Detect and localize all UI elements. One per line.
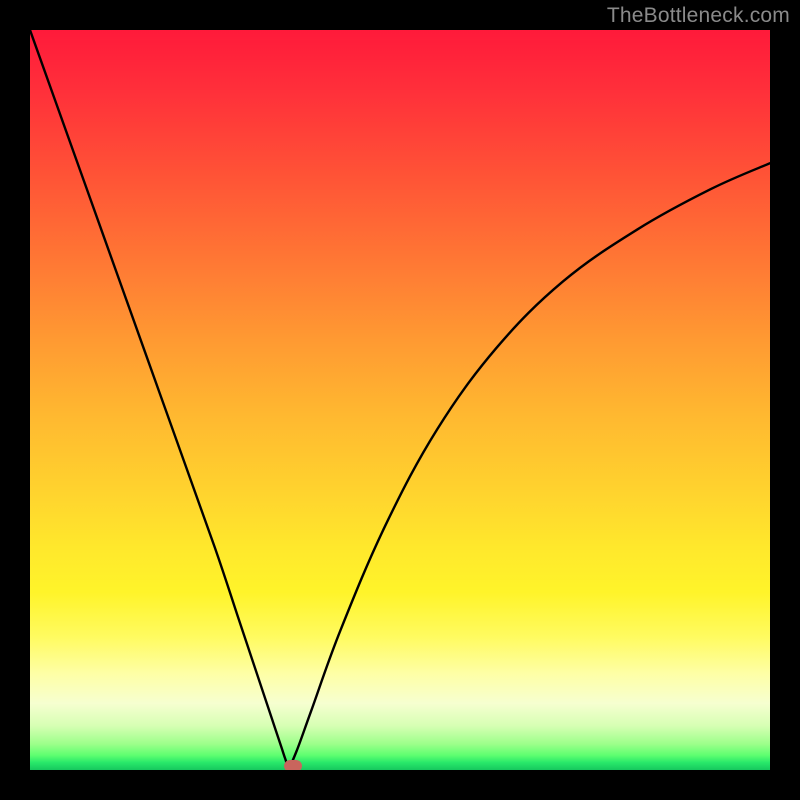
bottleneck-curve <box>30 30 770 770</box>
plot-area <box>30 30 770 770</box>
chart-frame: TheBottleneck.com <box>0 0 800 800</box>
watermark-text: TheBottleneck.com <box>607 4 790 28</box>
minimum-marker-icon <box>284 760 302 770</box>
